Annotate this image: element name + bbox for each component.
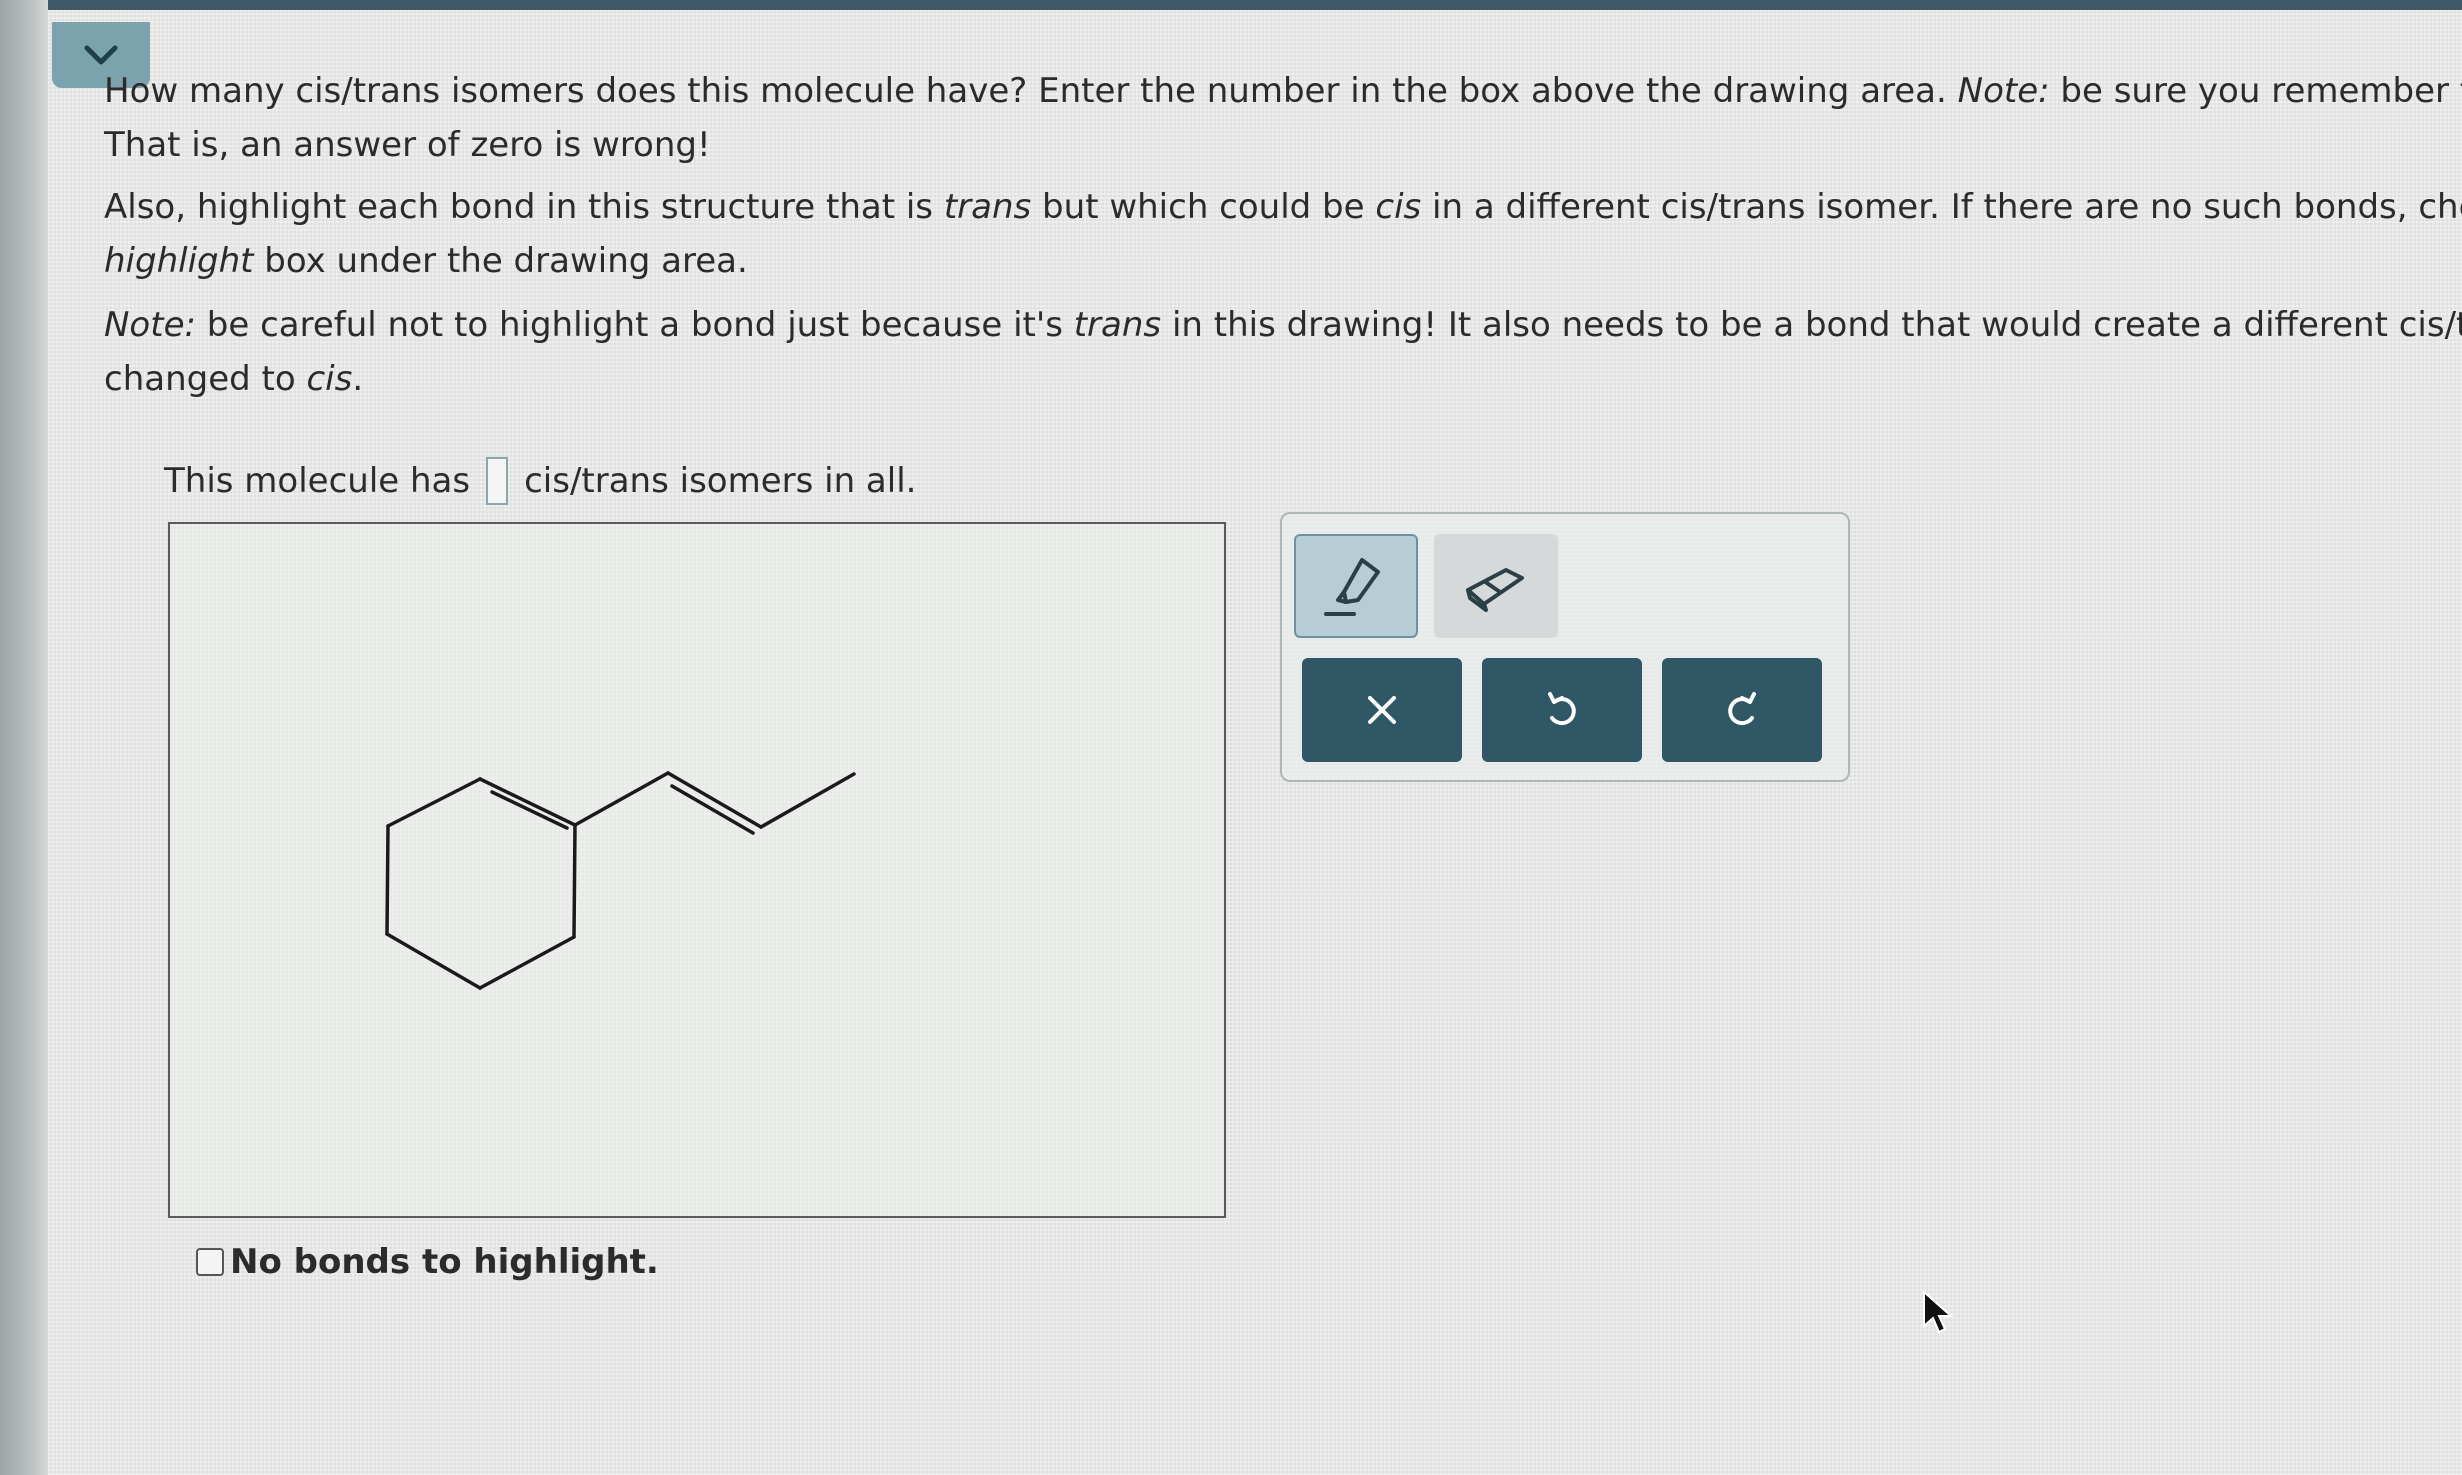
ring-bond-right[interactable] <box>572 823 577 939</box>
answer-suffix: cis/trans isomers in all. <box>524 461 917 501</box>
chain-bond-2[interactable] <box>666 771 763 829</box>
answer-prefix: This molecule has <box>164 461 471 501</box>
undo-button[interactable] <box>1482 658 1642 762</box>
ring-bond-bottom-left[interactable] <box>385 932 482 990</box>
highlighter-tool-button[interactable] <box>1294 534 1418 638</box>
clear-button[interactable] <box>1302 658 1462 762</box>
ring-bond-top-left[interactable] <box>478 777 577 827</box>
no-bonds-label: No bonds to highlight. <box>230 1242 659 1282</box>
chain-bond-1[interactable] <box>573 771 670 827</box>
left-margin <box>0 0 48 1475</box>
ring-double-bond-inner[interactable] <box>490 790 569 830</box>
question-paragraph-2: Also, highlight each bond in this struct… <box>104 187 2462 281</box>
top-bar <box>0 0 2462 10</box>
redo-button[interactable] <box>1662 658 1822 762</box>
ring-bond-left[interactable] <box>385 824 390 936</box>
mouse-cursor-icon <box>1923 1290 1954 1334</box>
drawing-area[interactable] <box>168 522 1226 1218</box>
isomer-count-input[interactable] <box>486 457 509 505</box>
chain-double-bond-inner[interactable] <box>670 784 755 835</box>
eraser-icon <box>1466 568 1524 612</box>
no-bonds-option[interactable]: No bonds to highlight. <box>196 1242 659 1282</box>
molecule-drawing[interactable] <box>170 524 1224 1216</box>
no-bonds-checkbox[interactable] <box>196 1248 224 1276</box>
undo-icon <box>1548 692 1576 726</box>
redo-icon <box>1728 692 1756 726</box>
answer-sentence: This molecule has cis/trans isomers in a… <box>164 456 916 506</box>
close-icon <box>1368 696 1396 724</box>
ring-bond-upper-left[interactable] <box>386 777 482 828</box>
eraser-tool-button[interactable] <box>1434 534 1558 638</box>
drawing-toolbar <box>1280 512 1850 782</box>
highlighter-icon <box>1324 558 1380 616</box>
question-paragraph-1: How many cis/trans isomers does this mol… <box>104 71 2462 165</box>
ring-bond-bottom-right[interactable] <box>478 935 576 990</box>
chain-bond-3[interactable] <box>759 772 856 829</box>
question-paragraph-3: Note: be careful not to highlight a bond… <box>104 305 2462 399</box>
